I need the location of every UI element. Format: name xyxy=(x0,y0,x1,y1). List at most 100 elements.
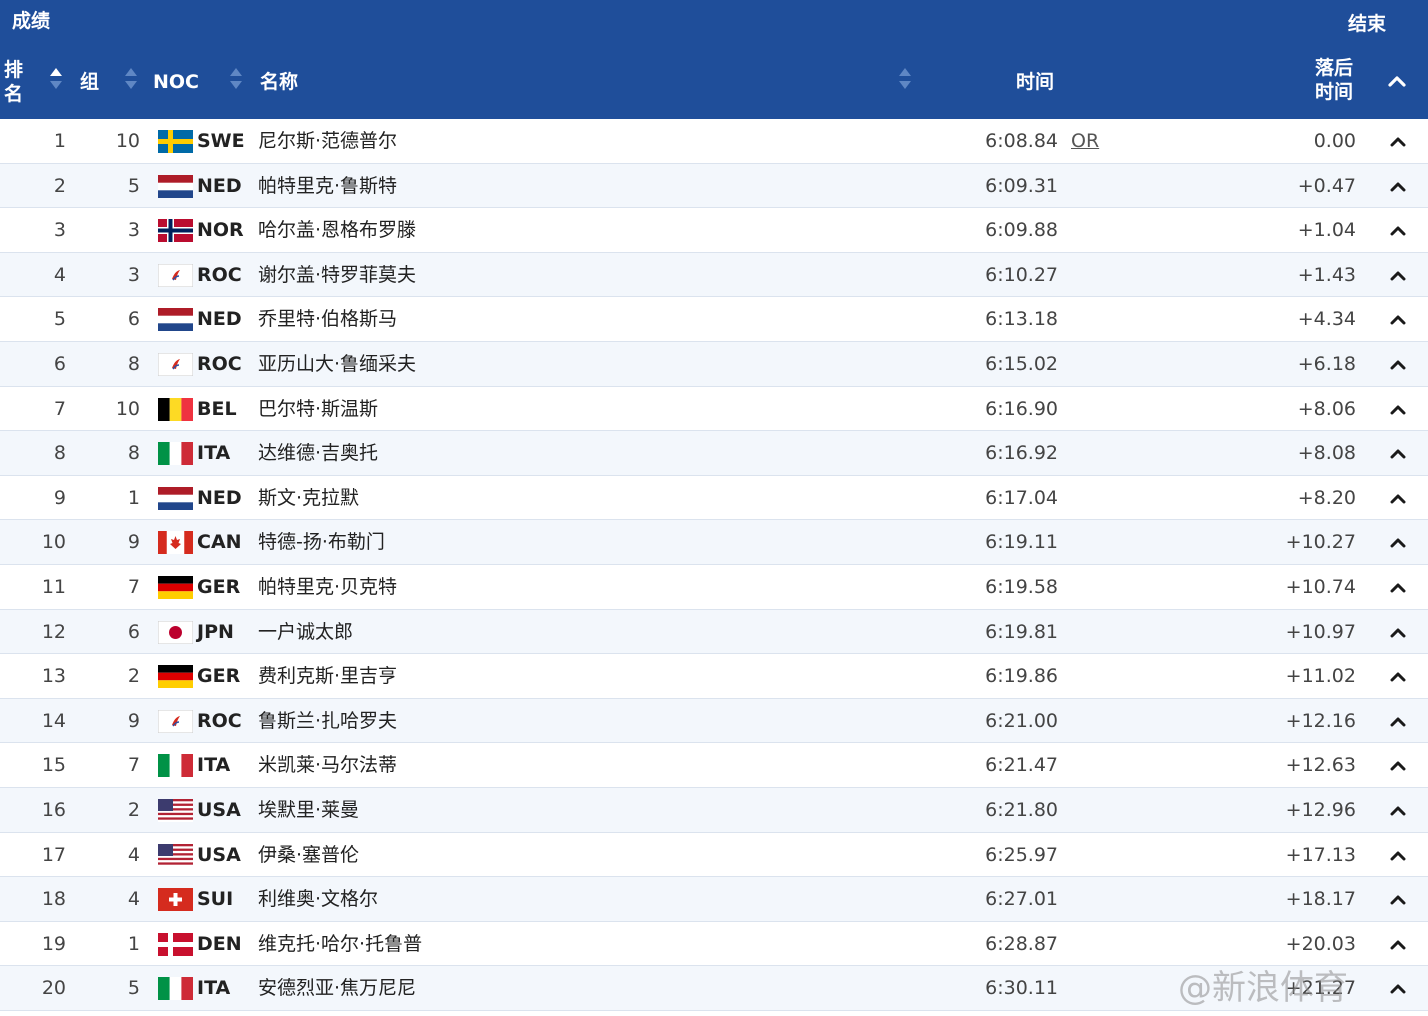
expand-row-icon[interactable] xyxy=(1388,668,1408,684)
expand-row-icon[interactable] xyxy=(1388,534,1408,550)
expand-row-icon[interactable] xyxy=(1388,356,1408,372)
netherlands-flag-icon xyxy=(158,486,193,510)
collapse-all-icon[interactable] xyxy=(1386,72,1408,94)
athlete-name[interactable]: 伊桑·塞普伦 xyxy=(258,833,359,877)
athlete-name[interactable]: 特德-扬·布勒门 xyxy=(258,520,385,564)
table-row[interactable]: 13 2 GER 费利克斯·里吉亨 6:19.86 +11.02 xyxy=(0,654,1428,699)
time-cell: 6:19.11 xyxy=(985,531,1058,554)
athlete-name[interactable]: 埃默里·莱曼 xyxy=(258,788,359,832)
table-row[interactable]: 2 5 NED 帕特里克·鲁斯特 6:09.31 +0.47 xyxy=(0,163,1428,209)
table-row[interactable]: 15 7 ITA 米凯莱·马尔法蒂 6:21.47 +12.63 xyxy=(0,743,1428,788)
athlete-name[interactable]: 帕特里克·贝克特 xyxy=(258,565,397,609)
rank-cell: 13 xyxy=(41,665,66,688)
expand-row-icon[interactable] xyxy=(1388,847,1408,863)
noc-cell: ROC xyxy=(197,263,242,286)
athlete-name[interactable]: 达维德·吉奥托 xyxy=(258,431,378,475)
column-name[interactable]: 名称 xyxy=(260,70,298,94)
athlete-name[interactable]: 鲁斯兰·扎哈罗夫 xyxy=(258,699,397,743)
expand-row-icon[interactable] xyxy=(1388,936,1408,952)
column-group[interactable]: 组 xyxy=(80,70,99,94)
table-row[interactable]: 9 1 NED 斯文·克拉默 6:17.04 +8.20 xyxy=(0,476,1428,521)
rank-cell: 7 xyxy=(53,397,66,420)
table-row[interactable]: 18 4 SUI 利维奥·文格尔 6:27.01 +18.17 xyxy=(0,877,1428,922)
athlete-name[interactable]: 帕特里克·鲁斯特 xyxy=(258,164,397,208)
expand-row-icon[interactable] xyxy=(1388,490,1408,506)
athlete-name[interactable]: 一户诚太郎 xyxy=(258,610,353,654)
belgium-flag-icon xyxy=(158,397,193,421)
sort-name-icon[interactable] xyxy=(899,68,911,92)
expand-row-icon[interactable] xyxy=(1388,133,1408,149)
noc-cell: USA xyxy=(197,843,241,866)
group-cell: 3 xyxy=(127,219,140,242)
time-cell: 6:10.27 xyxy=(985,263,1058,286)
column-rank[interactable]: 排名 xyxy=(4,58,30,106)
behind-cell: +1.04 xyxy=(1297,219,1356,242)
group-cell: 10 xyxy=(115,397,140,420)
rank-cell: 3 xyxy=(53,219,66,242)
expand-row-icon[interactable] xyxy=(1388,445,1408,461)
table-row[interactable]: 3 3 NOR 哈尔盖·恩格布罗滕 6:09.88 +1.04 xyxy=(0,208,1428,253)
table-row[interactable]: 11 7 GER 帕特里克·贝克特 6:19.58 +10.74 xyxy=(0,565,1428,610)
expand-row-icon[interactable] xyxy=(1388,178,1408,194)
athlete-name[interactable]: 巴尔特·斯温斯 xyxy=(258,387,378,431)
athlete-name[interactable]: 斯文·克拉默 xyxy=(258,476,359,520)
results-header: 成绩 结束 排名 组 NOC 名称 时间 落后时间 xyxy=(0,0,1428,119)
expand-row-icon[interactable] xyxy=(1388,579,1408,595)
expand-row-icon[interactable] xyxy=(1388,624,1408,640)
noc-cell: GER xyxy=(197,576,241,598)
expand-row-icon[interactable] xyxy=(1388,891,1408,907)
column-behind[interactable]: 落后时间 xyxy=(1313,56,1355,104)
italy-flag-icon xyxy=(158,977,193,1001)
table-row[interactable]: 14 9 ROC 鲁斯兰·扎哈罗夫 6:21.00 +12.16 xyxy=(0,698,1428,744)
table-row[interactable]: 10 9 CAN 特德-扬·布勒门 6:19.11 +10.27 xyxy=(0,520,1428,565)
table-row[interactable]: 5 6 NED 乔里特·伯格斯马 6:13.18 +4.34 xyxy=(0,297,1428,342)
rank-cell: 5 xyxy=(53,308,66,331)
rank-cell: 4 xyxy=(53,263,66,286)
table-row[interactable]: 4 3 ROC 谢尔盖·特罗菲莫夫 6:10.27 +1.43 xyxy=(0,252,1428,298)
behind-cell: +12.63 xyxy=(1285,754,1356,777)
table-row[interactable]: 1 10 SWE 尼尔斯·范德普尔 6:08.84 OR 0.00 xyxy=(0,119,1428,164)
group-cell: 1 xyxy=(127,932,140,955)
table-row[interactable]: 12 6 JPN 一户诚太郎 6:19.81 +10.97 xyxy=(0,609,1428,655)
sort-group-icon[interactable] xyxy=(125,68,137,92)
time-cell: 6:25.97 xyxy=(985,843,1058,866)
expand-row-icon[interactable] xyxy=(1388,267,1408,283)
sort-rank-icon[interactable] xyxy=(50,68,62,92)
time-cell: 6:19.81 xyxy=(985,620,1058,643)
athlete-name[interactable]: 维克托·哈尔·托鲁普 xyxy=(258,922,422,966)
expand-row-icon[interactable] xyxy=(1388,757,1408,773)
athlete-name[interactable]: 乔里特·伯格斯马 xyxy=(258,297,397,341)
expand-row-icon[interactable] xyxy=(1388,401,1408,417)
athlete-name[interactable]: 哈尔盖·恩格布罗滕 xyxy=(258,208,416,252)
table-row[interactable]: 6 8 ROC 亚历山大·鲁缅采夫 6:15.02 +6.18 xyxy=(0,342,1428,387)
record-badge[interactable]: OR xyxy=(1071,119,1099,163)
column-noc[interactable]: NOC xyxy=(153,70,199,94)
time-cell: 6:09.88 xyxy=(985,219,1058,242)
athlete-name[interactable]: 安德烈亚·焦万尼尼 xyxy=(258,966,416,1010)
column-time[interactable]: 时间 xyxy=(1016,70,1054,94)
expand-row-icon[interactable] xyxy=(1388,980,1408,996)
table-row[interactable]: 7 10 BEL 巴尔特·斯温斯 6:16.90 +8.06 xyxy=(0,387,1428,432)
norway-flag-icon xyxy=(158,219,193,243)
group-cell: 5 xyxy=(127,977,140,1000)
expand-row-icon[interactable] xyxy=(1388,713,1408,729)
athlete-name[interactable]: 费利克斯·里吉亨 xyxy=(258,654,397,698)
rank-cell: 19 xyxy=(41,932,66,955)
behind-cell: +18.17 xyxy=(1285,888,1356,911)
table-row[interactable]: 16 2 USA 埃默里·莱曼 6:21.80 +12.96 xyxy=(0,788,1428,833)
athlete-name[interactable]: 利维奥·文格尔 xyxy=(258,877,378,921)
athlete-name[interactable]: 谢尔盖·特罗菲莫夫 xyxy=(258,253,416,297)
results-title: 成绩 xyxy=(12,10,51,32)
expand-row-icon[interactable] xyxy=(1388,311,1408,327)
expand-row-icon[interactable] xyxy=(1388,802,1408,818)
behind-cell: +6.18 xyxy=(1297,353,1356,375)
behind-cell: +10.74 xyxy=(1285,576,1356,598)
sort-noc-icon[interactable] xyxy=(230,68,242,92)
athlete-name[interactable]: 米凯莱·马尔法蒂 xyxy=(258,743,397,787)
athlete-name[interactable]: 尼尔斯·范德普尔 xyxy=(258,119,397,163)
table-row[interactable]: 8 8 ITA 达维德·吉奥托 6:16.92 +8.08 xyxy=(0,431,1428,476)
expand-row-icon[interactable] xyxy=(1388,222,1408,238)
athlete-name[interactable]: 亚历山大·鲁缅采夫 xyxy=(258,342,416,386)
table-row[interactable]: 17 4 USA 伊桑·塞普伦 6:25.97 +17.13 xyxy=(0,833,1428,878)
denmark-flag-icon xyxy=(158,932,193,956)
